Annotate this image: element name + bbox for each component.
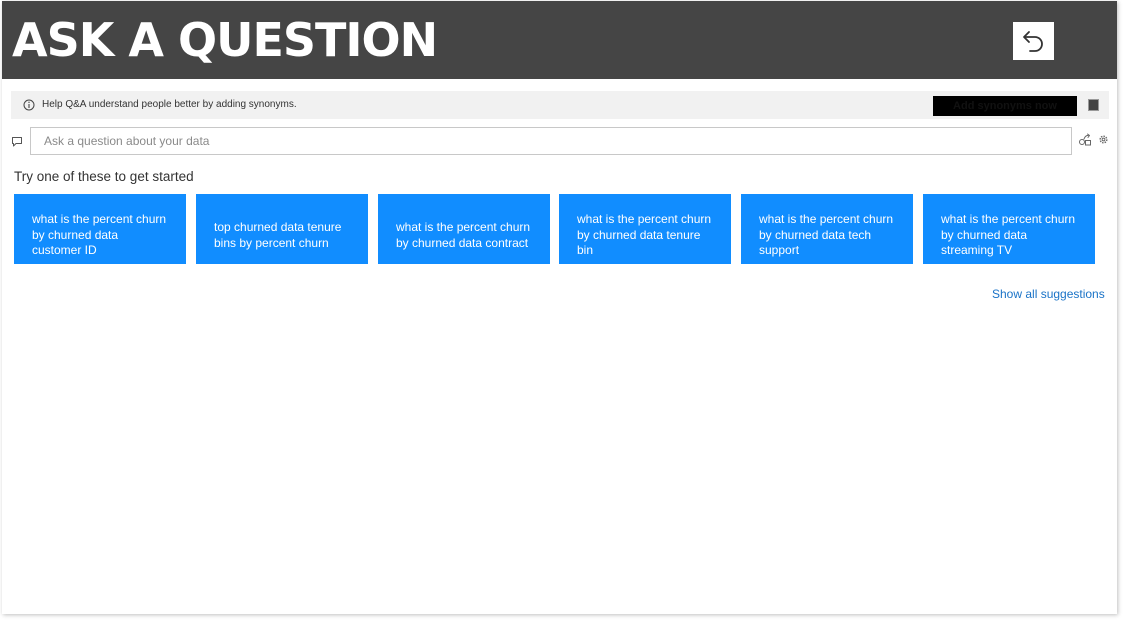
add-synonyms-button[interactable]: Add synonyms now	[933, 96, 1077, 116]
header-bar: ASK A QUESTION	[2, 1, 1117, 79]
show-all-suggestions-link[interactable]: Show all suggestions	[992, 287, 1105, 301]
suggestion-card[interactable]: what is the percent churn by churned dat…	[559, 194, 731, 264]
back-button[interactable]	[1013, 22, 1054, 60]
undo-arrow-icon	[1022, 31, 1043, 52]
share-icon[interactable]	[1078, 133, 1092, 147]
suggestions-heading: Try one of these to get started	[14, 169, 194, 184]
synonyms-banner: Help Q&A understand people better by add…	[11, 91, 1109, 119]
suggestion-card[interactable]: what is the percent churn by churned dat…	[741, 194, 913, 264]
info-icon	[23, 99, 35, 111]
chat-bubble-icon	[12, 137, 22, 147]
suggestion-card[interactable]: top churned data tenure bins by percent …	[196, 194, 368, 264]
banner-message: Help Q&A understand people better by add…	[42, 99, 297, 110]
qna-visual: ASK A QUESTION Help Q&A understand peopl…	[2, 1, 1117, 614]
suggestion-card[interactable]: what is the percent churn by churned dat…	[923, 194, 1095, 264]
page-title: ASK A QUESTION	[12, 13, 438, 67]
close-icon[interactable]	[1088, 99, 1099, 111]
suggestion-card[interactable]: what is the percent churn by churned dat…	[14, 194, 186, 264]
suggestion-card[interactable]: what is the percent churn by churned dat…	[378, 194, 550, 264]
question-input[interactable]	[30, 127, 1072, 155]
gear-icon[interactable]	[1098, 134, 1109, 145]
